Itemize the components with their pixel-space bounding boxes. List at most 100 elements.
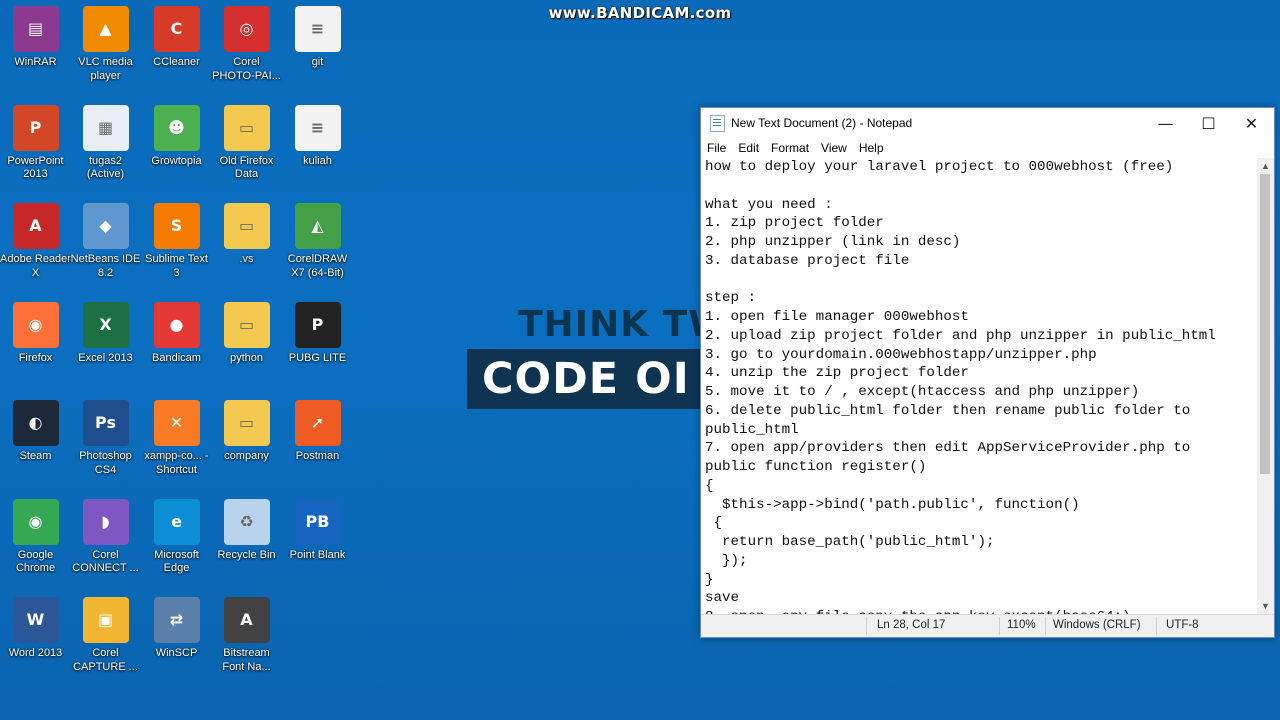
scroll-up-arrow-icon[interactable]: ▲ [1257,158,1274,174]
desktop-shortcut[interactable]: ● Bandicam [141,296,212,366]
status-encoding: UTF-8 [1166,619,1199,631]
text-line: step : [705,290,757,307]
bandicam-watermark: www.BANDICAM.com [548,4,732,22]
sublime-icon: S [153,203,200,249]
desktop-shortcut[interactable]: ≡ git [282,0,353,70]
menu-help[interactable]: Help [859,141,892,155]
desktop-shortcut[interactable]: ≡ kuliah [282,99,353,169]
desktop-shortcut-label: kuliah [303,154,332,167]
minimize-button[interactable]: — [1144,108,1187,138]
desktop-shortcut-label: Steam [19,450,52,462]
desktop-shortcut[interactable]: ▭ company [211,394,282,464]
point-blank-icon: PB [294,498,341,545]
text-line: 1. open file manager 000webhost [705,309,969,325]
folder-icon: ▭ [223,203,270,249]
desktop-shortcut[interactable]: ▭ Old Firefox Data [211,99,282,182]
desktop-shortcut[interactable]: C CCleaner [141,0,212,70]
desktop-shortcut-label: xampp-co... - Shortcut [144,450,209,476]
menu-format[interactable]: Format [771,141,817,155]
text-line: $this->app->bind('path.public', function… [705,496,1080,513]
text-line: return base_path('public_html'); [705,534,995,550]
text-line: 3. database project file [705,252,910,269]
notepad-title-bar[interactable]: New Text Document (2) - Notepad — ☐ ✕ [701,108,1274,138]
text-line: }); [705,552,748,569]
desktop-shortcut[interactable]: ▣ Corel CAPTURE ... [70,591,141,674]
wallpaper-text-think: THINK TW [518,304,729,345]
desktop-shortcut[interactable]: P PUBG LITE [282,296,353,366]
xampp-icon: ✕ [153,400,200,446]
desktop-shortcut[interactable]: ▲ VLC media player [70,0,141,83]
desktop-shortcut-label: Corel CAPTURE ... [73,647,138,673]
desktop-shortcut[interactable]: ☻ Growtopia [141,99,212,169]
desktop-shortcut[interactable]: ◉ Firefox [0,296,71,366]
desktop-shortcut-label: VLC media player [78,56,133,82]
folder-icon: ▭ [223,104,270,151]
text-line: 7. open app/providers then edit AppServi… [705,440,1191,457]
powerpoint-icon: P [12,104,59,151]
desktop-shortcut-label: Adobe Reader X [0,253,71,279]
desktop-shortcut[interactable]: ➚ Postman [282,394,353,464]
bitstream-font-icon: A [223,597,270,643]
close-button[interactable]: ✕ [1230,108,1273,138]
text-line: save [705,590,740,607]
text-line: 2. php unzipper (link in desc) [705,234,961,250]
desktop-shortcut-label: PUBG LITE [288,351,347,364]
desktop-shortcut[interactable]: ◭ CorelDRAW X7 (64-Bit) [282,197,353,280]
bandicam-icon: ● [153,301,200,348]
desktop-shortcut[interactable]: ◗ Corel CONNECT ... [70,493,141,576]
text-line: { [705,515,723,532]
maximize-button[interactable]: ☐ [1187,108,1230,138]
desktop-shortcut[interactable]: ▭ .vs [211,197,282,267]
desktop-shortcut[interactable]: ◆ NetBeans IDE 8.2 [70,197,141,280]
vlc-icon: ▲ [82,6,129,52]
desktop-shortcut[interactable]: e Microsoft Edge [141,493,212,576]
menu-edit[interactable]: Edit [738,141,767,155]
desktop-shortcut[interactable]: ▤ WinRAR [0,0,71,70]
desktop-shortcut[interactable]: ✕ xampp-co... - Shortcut [141,394,212,477]
scrollbar-thumb[interactable] [1260,174,1270,474]
desktop-shortcut[interactable]: X Excel 2013 [70,296,141,366]
chrome-icon: ◉ [12,498,59,545]
desktop-shortcut[interactable]: PB Point Blank [282,493,353,563]
text-file-icon: ≡ [294,104,341,151]
document-icon: ▦ [82,104,129,151]
desktop-shortcut[interactable]: ♻ Recycle Bin [211,493,282,563]
desktop-shortcut[interactable]: ▦ tugas2 (Active) [70,99,141,182]
desktop-shortcut-label: Microsoft Edge [154,548,199,575]
notepad-menu-bar: File Edit Format View Help [701,138,1274,158]
desktop-shortcut-label: WinRAR [14,56,57,68]
desktop-shortcut-label: Postman [295,450,340,462]
word-icon: W [12,597,59,643]
recycle-bin-icon: ♻ [223,498,270,545]
scroll-down-arrow-icon[interactable]: ▼ [1257,598,1274,614]
desktop-shortcut[interactable]: ▭ python [211,296,282,366]
desktop-shortcut[interactable]: A Bitstream Font Na... [211,591,282,674]
desktop-shortcut-label: Word 2013 [8,647,63,659]
status-line-ending: Windows (CRLF) [1053,619,1141,631]
corel-capture-icon: ▣ [82,597,129,643]
desktop-shortcut-label: Bandicam [152,351,201,364]
desktop-shortcut[interactable]: ⇄ WinSCP [141,591,212,661]
notepad-app-icon[interactable] [710,114,725,132]
menu-view[interactable]: View [821,141,855,155]
notepad-window[interactable]: New Text Document (2) - Notepad — ☐ ✕ Fi… [700,107,1275,638]
notepad-status-bar: Ln 28, Col 17 110% Windows (CRLF) UTF-8 [701,614,1274,637]
desktop-shortcut[interactable]: Ps Photoshop CS4 [70,394,141,477]
corel-photo-paint-icon: ◎ [223,6,270,52]
menu-file[interactable]: File [707,141,734,155]
desktop-shortcut[interactable]: A Adobe Reader X [0,197,71,280]
text-line: public function register() [705,459,927,475]
text-line: 4. unzip the zip project folder [705,365,969,382]
desktop-shortcut[interactable]: W Word 2013 [0,591,71,661]
desktop-shortcut[interactable]: ◎ Corel PHOTO-PAI... [211,0,282,83]
desktop-shortcut[interactable]: S Sublime Text 3 [141,197,212,280]
desktop-shortcut[interactable]: ◉ Google Chrome [0,493,71,576]
notepad-text-area[interactable]: how to deploy your laravel project to 00… [702,158,1257,614]
desktop-shortcut[interactable]: P PowerPoint 2013 [0,99,71,182]
edge-icon: e [153,498,200,545]
text-line: } [705,571,714,588]
desktop-shortcut-label: Recycle Bin [217,548,276,561]
desktop-shortcut[interactable]: ◐ Steam [0,394,71,464]
vertical-scrollbar[interactable]: ▲ ▼ [1257,158,1274,614]
desktop-shortcut-label: Corel CONNECT ... [72,548,139,575]
